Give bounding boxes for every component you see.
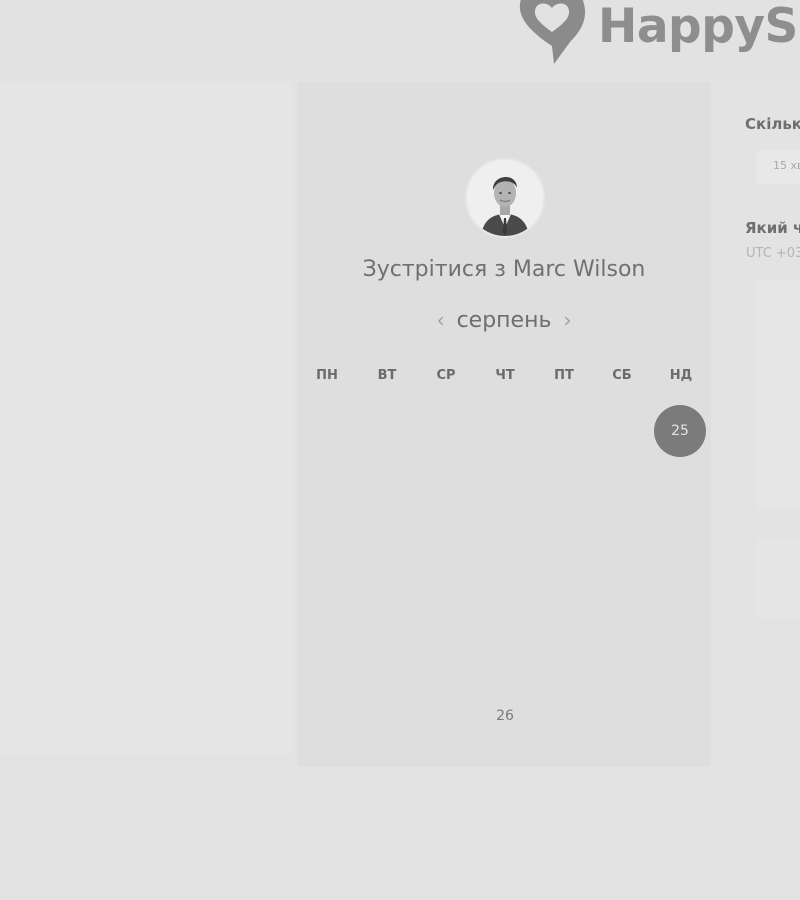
brand-name: HappySig xyxy=(598,0,800,54)
header: HappySig xyxy=(0,0,800,78)
brand-logo[interactable]: HappySig xyxy=(514,0,800,66)
weekday-sun: НД xyxy=(669,368,693,383)
scheduling-page: HappySig Зустрітися з Marc Wilson ‹ xyxy=(0,0,800,900)
weekday-tue: ВТ xyxy=(377,368,397,383)
calendar-day-available[interactable]: 26 xyxy=(485,706,525,726)
duration-label: Скільк xyxy=(745,115,800,133)
chevron-left-icon[interactable]: ‹ xyxy=(425,308,457,332)
duration-value: 15 хв xyxy=(773,159,800,172)
chevron-right-icon[interactable]: › xyxy=(551,308,583,332)
timezone-value[interactable]: UTC +03 xyxy=(746,246,800,261)
month-navigation: ‹ серпень › xyxy=(297,304,711,336)
secondary-panel xyxy=(756,538,800,618)
meeting-title: Зустрітися з Marc Wilson xyxy=(362,257,646,282)
weekday-wed: СР xyxy=(436,368,456,383)
avatar xyxy=(465,158,545,238)
timezone-label: Який ч xyxy=(745,219,800,237)
month-label: серпень xyxy=(456,307,552,333)
weekday-mon: ПН xyxy=(316,368,338,383)
person-portrait-icon xyxy=(467,160,543,236)
heart-speech-bubble-icon xyxy=(519,0,585,64)
time-slots-panel xyxy=(756,280,800,508)
weekday-sat: СБ xyxy=(612,368,632,383)
weekday-fri: ПТ xyxy=(554,368,574,383)
left-panel xyxy=(0,82,292,754)
weekday-thu: ЧТ xyxy=(495,368,515,383)
calendar-day-selected[interactable]: 25 xyxy=(654,405,706,457)
